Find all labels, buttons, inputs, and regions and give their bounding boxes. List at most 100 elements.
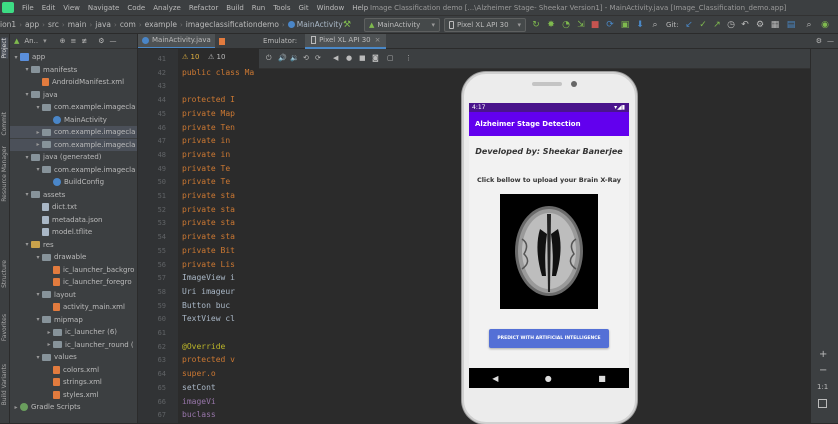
tree-item[interactable]: styles.xml (10, 389, 137, 401)
chevron-down-icon[interactable]: ▾ (12, 54, 20, 61)
chevron-right-icon[interactable]: ▸ (12, 404, 20, 411)
gear-icon[interactable]: ⚙ (98, 37, 104, 45)
rerun-icon[interactable]: ↻ (531, 20, 541, 30)
predict-button[interactable]: PREDICT WITH ARTIFICIAL INTELLIGENCE (489, 329, 609, 348)
chevron-down-icon[interactable]: ▾ (34, 254, 42, 261)
chevron-down-icon[interactable]: ▾ (34, 166, 42, 173)
menu-analyze[interactable]: Analyze (153, 4, 181, 12)
menu-run[interactable]: Run (252, 4, 265, 12)
zoom-out-button[interactable]: − (819, 365, 827, 376)
brain-xray-image[interactable] (500, 194, 598, 309)
screenshot-icon[interactable]: ◙ (372, 54, 379, 62)
menu-refactor[interactable]: Refactor (189, 4, 218, 12)
git-update-icon[interactable]: ↙ (684, 20, 694, 30)
overview-icon[interactable]: ■ (359, 54, 366, 62)
zoom-in-button[interactable]: + (819, 349, 827, 360)
device-select[interactable]: Pixel XL API 30 ▾ (444, 18, 526, 32)
menu-window[interactable]: Window (317, 4, 345, 12)
menu-file[interactable]: File (22, 4, 34, 12)
emulator-device-tab[interactable]: Pixel XL API 30 × (305, 33, 387, 49)
attach-debugger-icon[interactable]: ⇲ (576, 20, 586, 30)
expand-all-icon[interactable]: ≡ (70, 37, 76, 45)
chevron-down-icon[interactable]: ▾ (34, 291, 42, 298)
home-icon[interactable]: ● (346, 54, 352, 62)
rotate-right-icon[interactable]: ⟳ (315, 54, 321, 62)
breadcrumb-class[interactable]: MainActivity (287, 20, 343, 29)
gear-icon[interactable]: ⚙ (816, 37, 822, 45)
breadcrumb-app[interactable]: app (25, 20, 39, 29)
breadcrumb-package[interactable]: imageclassificationdemo (186, 20, 279, 29)
tree-item[interactable]: ▾ drawable (10, 251, 137, 263)
sdk-manager-icon[interactable]: ⬇ (635, 20, 645, 30)
chevron-right-icon[interactable]: ▸ (45, 329, 53, 336)
tree-item[interactable]: ▸ com.example.imagecla (10, 138, 137, 151)
git-push-icon[interactable]: ↗ (712, 20, 722, 30)
commit-tool-tab[interactable]: Commit (1, 112, 8, 136)
tree-item[interactable]: ic_launcher_backgro (10, 264, 137, 276)
tree-item[interactable]: model.tflite (10, 226, 137, 238)
tree-item[interactable]: colors.xml (10, 364, 137, 376)
close-icon[interactable]: × (375, 36, 381, 44)
tree-item[interactable]: ▾ mipmap (10, 314, 137, 326)
chevron-right-icon[interactable]: ▸ (34, 141, 42, 148)
tree-item[interactable]: ▸ Gradle Scripts (10, 401, 137, 413)
chevron-down-icon[interactable]: ▾ (23, 66, 31, 73)
locate-icon[interactable]: ⊕ (60, 37, 66, 45)
breadcrumb-project[interactable]: ion1 (0, 20, 16, 29)
snapshot-icon[interactable]: ▢ (387, 54, 394, 62)
menu-navigate[interactable]: Navigate (88, 4, 119, 12)
tree-item[interactable]: MainActivity (10, 114, 137, 126)
tree-item[interactable]: dict.txt (10, 201, 137, 213)
breadcrumb-main[interactable]: main (68, 20, 87, 29)
info-count[interactable]: ⚠ 10 (208, 53, 225, 61)
zoom-ratio-button[interactable]: 1:1 (817, 383, 828, 391)
power-icon[interactable]: ⏻ (266, 54, 272, 63)
project-view-select[interactable]: An.. (24, 37, 38, 45)
menu-help[interactable]: Help (352, 4, 368, 12)
chevron-right-icon[interactable]: ▸ (34, 129, 42, 136)
tree-item[interactable]: metadata.json (10, 214, 137, 226)
tree-item[interactable]: AndroidManifest.xml (10, 76, 137, 88)
resource-manager-tool-tab[interactable]: Resource Manager (1, 146, 8, 202)
tree-item[interactable]: ▾ app (10, 51, 137, 63)
warning-count[interactable]: ⚠ 10 (182, 53, 199, 61)
chevron-down-icon[interactable]: ▾ (23, 154, 31, 161)
tree-item[interactable]: ▾ assets (10, 189, 137, 201)
tree-item[interactable]: BuildConfig (10, 176, 137, 188)
menu-view[interactable]: View (63, 4, 80, 12)
tree-item[interactable]: ▾ java (10, 89, 137, 101)
menu-build[interactable]: Build (226, 4, 244, 12)
menu-code[interactable]: Code (127, 4, 145, 12)
hammer-icon[interactable]: ⚒ (342, 20, 352, 30)
menu-git[interactable]: Git (298, 4, 308, 12)
fit-screen-button[interactable] (818, 399, 827, 408)
run-configuration-select[interactable]: ▲ MainActivity ▾ (364, 18, 440, 32)
sync-gradle-icon[interactable]: ⟳ (605, 20, 615, 30)
tree-item[interactable]: ▾ manifests (10, 64, 137, 76)
profile-icon[interactable]: ◔ (561, 20, 571, 30)
tab-mainactivity[interactable]: MainActivity.java (138, 34, 215, 48)
nav-back-icon[interactable]: ◀ (492, 374, 498, 383)
chevron-down-icon[interactable]: ▾ (34, 354, 42, 361)
git-commit-icon[interactable]: ✓ (698, 20, 708, 30)
search-icon[interactable]: ⌕ (804, 20, 814, 30)
device-manager-icon[interactable]: ▤ (786, 20, 796, 30)
chevron-down-icon[interactable]: ▾ (23, 91, 31, 98)
breadcrumb-src[interactable]: src (48, 20, 59, 29)
chevron-down-icon[interactable]: ▾ (34, 316, 42, 323)
assistant-icon[interactable]: ◉ (820, 20, 830, 30)
tree-item[interactable]: ▾ values (10, 351, 137, 363)
hide-panel-icon[interactable]: — (110, 37, 117, 45)
volume-up-icon[interactable]: 🔊 (278, 54, 287, 62)
structure-tool-tab[interactable]: Structure (1, 260, 8, 288)
avd-manager-icon[interactable]: ▣ (620, 20, 630, 30)
collapse-all-icon[interactable]: ≢ (81, 37, 87, 45)
tree-item[interactable]: ▾ com.example.imagecla (10, 164, 137, 176)
code-editor[interactable]: ⚠ 10 ⚠ 10 public class Ma protected I pr… (178, 49, 259, 423)
back-icon[interactable]: ◀ (333, 54, 338, 62)
project-tool-tab[interactable]: Project (1, 38, 8, 59)
build-variants-tool-tab[interactable]: Build Variants (1, 364, 8, 405)
tree-item[interactable]: ▾ java (generated) (10, 151, 137, 163)
nav-recents-icon[interactable]: ■ (598, 374, 606, 383)
debug-icon[interactable]: ✸ (546, 20, 556, 30)
